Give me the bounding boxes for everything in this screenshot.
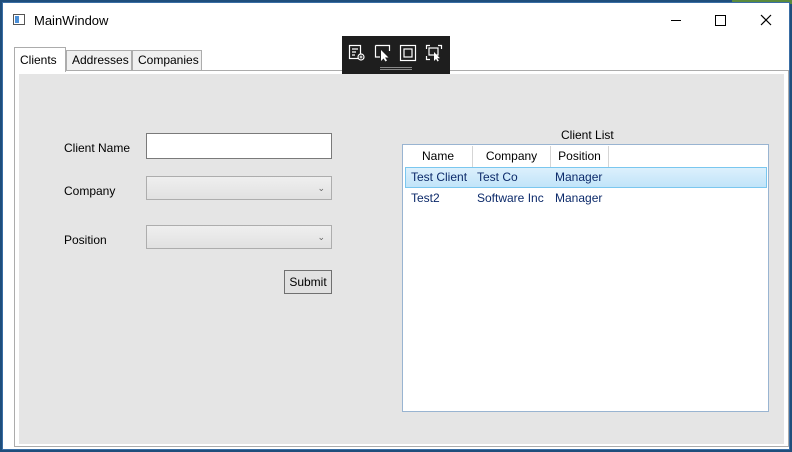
column-header-position[interactable]: Position <box>551 146 609 167</box>
track-focus-button[interactable] <box>425 44 443 62</box>
live-visual-tree-icon <box>348 44 365 61</box>
cell-position: Manager <box>555 191 603 205</box>
cell-name: Test2 <box>411 191 440 205</box>
tab-companies[interactable]: Companies <box>132 50 202 70</box>
minimize-icon <box>671 19 681 21</box>
select-element-button[interactable] <box>374 44 392 62</box>
chevron-down-icon: ⌄ <box>317 232 325 242</box>
company-combobox[interactable]: ⌄ <box>146 176 332 200</box>
tab-clients[interactable]: Clients <box>14 47 66 72</box>
maximize-icon <box>714 14 726 26</box>
select-element-icon <box>374 44 391 62</box>
tab-addresses[interactable]: Addresses <box>66 50 132 70</box>
display-adorners-button[interactable] <box>399 44 417 62</box>
position-combobox[interactable]: ⌄ <box>146 225 332 249</box>
clients-panel: Client Name Company ⌄ Position ⌄ Submit … <box>19 74 784 444</box>
client-name-label: Client Name <box>64 141 131 155</box>
list-item[interactable]: Test2 Software Inc Manager <box>405 188 767 209</box>
close-icon <box>760 14 772 26</box>
toolbar-grip[interactable] <box>380 67 412 70</box>
close-button[interactable] <box>743 3 789 37</box>
live-visual-tree-button[interactable] <box>348 44 366 62</box>
window-title: MainWindow <box>34 13 109 28</box>
company-label: Company <box>64 184 116 198</box>
xaml-debug-toolbar <box>342 36 450 74</box>
list-item[interactable]: Test Client Test Co Manager <box>405 167 767 188</box>
cell-name: Test Client <box>411 170 468 184</box>
cell-company: Test Co <box>477 170 518 184</box>
client-list-title: Client List <box>561 128 614 142</box>
position-label: Position <box>64 233 107 247</box>
submit-button[interactable]: Submit <box>284 270 332 294</box>
client-list-header: Name Company Position <box>404 146 767 167</box>
tab-content: Client Name Company ⌄ Position ⌄ Submit … <box>14 70 789 447</box>
column-header-company[interactable]: Company <box>473 146 551 167</box>
minimize-button[interactable] <box>653 3 699 37</box>
maximize-button[interactable] <box>697 3 743 37</box>
client-name-input[interactable] <box>146 133 332 159</box>
chevron-down-icon: ⌄ <box>317 183 325 193</box>
display-adorners-icon <box>399 44 417 62</box>
cell-company: Software Inc <box>477 191 544 205</box>
client-list[interactable]: Name Company Position Test Client Test C… <box>402 144 769 412</box>
column-header-name[interactable]: Name <box>404 146 473 167</box>
cell-position: Manager <box>555 170 603 184</box>
track-focus-icon <box>425 44 443 62</box>
title-bar[interactable]: MainWindow <box>3 3 789 37</box>
app-window-icon <box>13 14 25 25</box>
